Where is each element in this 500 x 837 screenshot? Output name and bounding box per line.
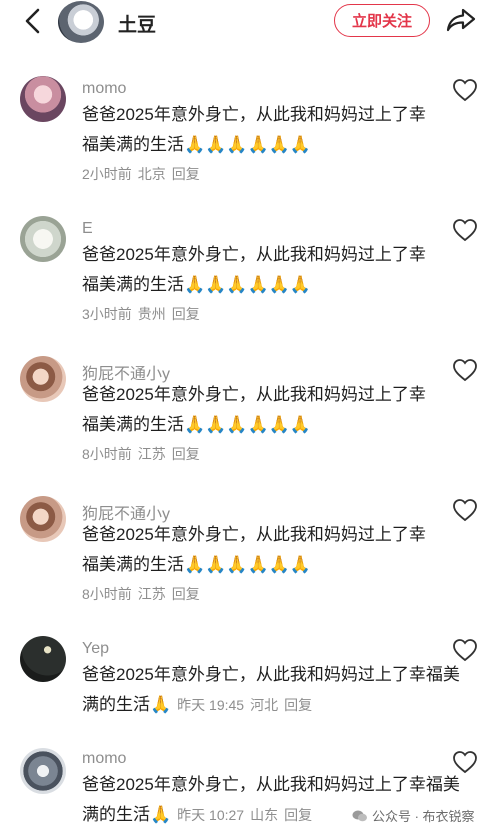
comment-text: 爸爸2025年意外身亡，从此我和妈妈过上了幸福美满的生活🙏🙏🙏🙏🙏🙏 [82,380,442,440]
avatar[interactable] [20,356,66,402]
comment-time: 昨天 10:27 [177,807,245,823]
comment-time: 8小时前 [82,446,132,462]
share-button[interactable] [444,4,478,36]
comment-text: 爸爸2025年意外身亡，从此我和妈妈过上了幸福美满的生活🙏 昨天 19:45 河北回… [82,660,462,720]
pray-emoji: 🙏🙏🙏🙏🙏🙏 [184,415,312,434]
comment-item: 狗屁不通小y 爸爸2025年意外身亡，从此我和妈妈过上了幸福美满的生活🙏🙏🙏🙏🙏… [0,352,500,482]
reply-button[interactable]: 回复 [172,166,200,182]
follow-button[interactable]: 立即关注 [334,4,430,37]
share-arrow-icon [446,8,476,32]
heart-icon[interactable] [452,750,478,774]
comment-meta: 8小时前 江苏 回复 [82,444,206,464]
comment-location: 贵州 [137,306,166,322]
comment-meta: 2小时前 北京 回复 [82,164,206,184]
heart-icon[interactable] [452,78,478,102]
avatar[interactable] [20,636,66,682]
avatar[interactable] [20,216,66,262]
comment-item: 狗屁不通小y 爸爸2025年意外身亡，从此我和妈妈过上了幸福美满的生活🙏🙏🙏🙏🙏… [0,492,500,622]
comment-item: E 爸爸2025年意外身亡，从此我和妈妈过上了幸福美满的生活🙏🙏🙏🙏🙏🙏 3小时… [0,212,500,342]
comment-text: 爸爸2025年意外身亡，从此我和妈妈过上了幸福美满的生活🙏🙏🙏🙏🙏🙏 [82,240,442,300]
profile-username[interactable]: 土豆 [118,10,156,37]
top-bar: 土豆 立即关注 [0,0,500,44]
watermark-text: 公众号 · 布衣锐察 [372,809,475,824]
comment-author[interactable]: momo [82,80,126,98]
comment-location: 江苏 [137,446,166,462]
heart-icon[interactable] [452,638,478,662]
heart-icon[interactable] [452,358,478,382]
heart-icon[interactable] [452,498,478,522]
avatar[interactable] [20,76,66,122]
comment-item: momo 爸爸2025年意外身亡，从此我和妈妈过上了幸福美满的生活🙏🙏🙏🙏🙏🙏 … [0,72,500,202]
profile-avatar[interactable] [58,1,104,43]
comment-location: 山东 [250,807,279,823]
wechat-icon [352,810,367,821]
heart-icon[interactable] [452,218,478,242]
comment-time: 8小时前 [82,586,132,602]
comment-location: 江苏 [137,586,166,602]
pray-emoji: 🙏🙏🙏🙏🙏🙏 [184,275,312,294]
pray-emoji: 🙏🙏🙏🙏🙏🙏 [184,555,312,574]
comment-text: 爸爸2025年意外身亡，从此我和妈妈过上了幸福美满的生活🙏🙏🙏🙏🙏🙏 [82,100,442,160]
reply-button[interactable]: 回复 [284,807,312,823]
watermark: 公众号 · 布衣锐察 [352,806,475,825]
comment-location: 北京 [137,166,166,182]
comment-time: 昨天 19:45 [177,697,245,713]
reply-button[interactable]: 回复 [172,446,200,462]
comment-meta: 昨天 19:45 河北 回复 [177,697,318,713]
comment-time: 3小时前 [82,306,132,322]
comment-item: Yep 爸爸2025年意外身亡，从此我和妈妈过上了幸福美满的生活🙏 昨天 19:4… [0,632,500,762]
avatar[interactable] [20,496,66,542]
back-button[interactable] [18,6,46,36]
pray-emoji: 🙏 [150,805,172,824]
reply-button[interactable]: 回复 [172,586,200,602]
comment-meta: 昨天 10:27 山东 回复 [177,807,318,823]
pray-emoji: 🙏🙏🙏🙏🙏🙏 [184,135,312,154]
comment-text: 爸爸2025年意外身亡，从此我和妈妈过上了幸福美满的生活🙏🙏🙏🙏🙏🙏 [82,520,442,580]
pray-emoji: 🙏 [150,695,172,714]
comment-meta: 8小时前 江苏 回复 [82,584,206,604]
comment-author[interactable]: E [82,220,93,238]
comment-location: 河北 [250,697,279,713]
avatar[interactable] [20,748,66,794]
reply-button[interactable]: 回复 [284,697,312,713]
comment-meta: 3小时前 贵州 回复 [82,304,206,324]
reply-button[interactable]: 回复 [172,306,200,322]
comment-time: 2小时前 [82,166,132,182]
chevron-left-icon [25,8,40,34]
comment-author[interactable]: momo [82,750,126,768]
comment-author[interactable]: Yep [82,640,109,658]
